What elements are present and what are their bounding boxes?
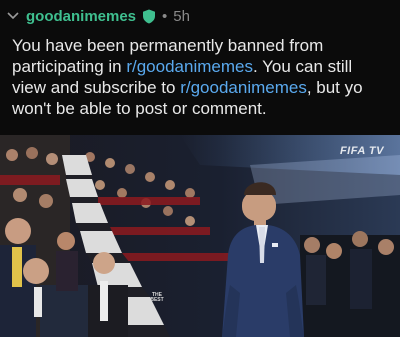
post-time: 5h: [173, 7, 190, 25]
message-line-2: participating in r/goodanimemes. You can…: [12, 57, 353, 76]
subreddit-link-1[interactable]: r/goodanimemes: [126, 57, 253, 76]
separator-dot: •: [162, 7, 168, 25]
moderator-shield-icon: [142, 9, 156, 24]
video-scene: [0, 135, 400, 337]
message-line-3: view and subscribe to r/goodanimemes, bu…: [12, 78, 363, 97]
post-header: goodanimemes • 5h: [6, 3, 190, 29]
message-line-1: You have been permanently banned from: [12, 36, 324, 55]
ban-message: You have been permanently banned from pa…: [12, 35, 400, 119]
chevron-down-icon[interactable]: [6, 9, 20, 23]
video-frame[interactable]: FIFA TV THE BEST: [0, 135, 400, 337]
subreddit-name[interactable]: goodanimemes: [26, 8, 136, 25]
message-line-4: won't be able to post or comment.: [12, 99, 267, 118]
fifa-tv-watermark: FIFA TV: [339, 145, 384, 157]
stair-label: THE BEST: [150, 292, 164, 303]
subreddit-link-2[interactable]: r/goodanimemes: [180, 78, 307, 97]
